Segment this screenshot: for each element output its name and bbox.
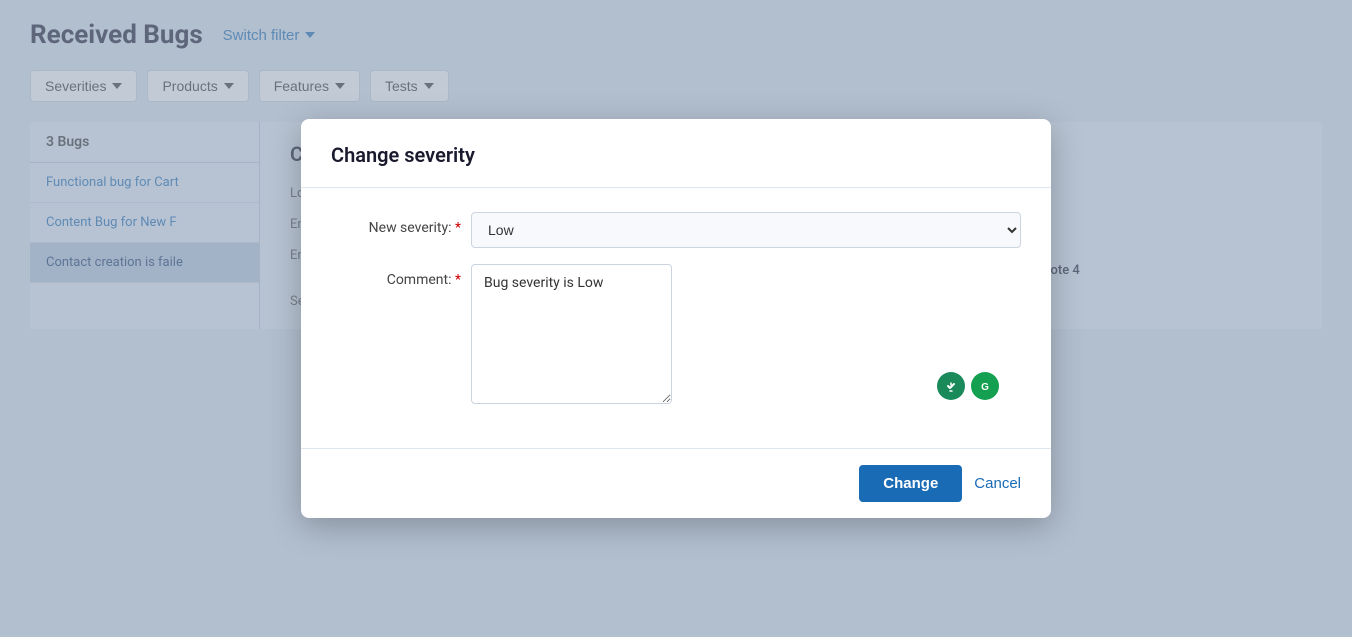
comment-label: Comment: * (331, 264, 461, 288)
severity-row: New severity: * Low Medium High Critical (331, 212, 1021, 248)
severity-select[interactable]: Low Medium High Critical (471, 212, 1021, 248)
grammarly-icon[interactable]: G (971, 372, 999, 400)
change-button[interactable]: Change (859, 465, 962, 502)
svg-text:G: G (981, 382, 989, 393)
change-severity-dialog: Change severity New severity: * Low Medi… (301, 119, 1051, 518)
dialog-footer: Change Cancel (301, 449, 1051, 518)
comment-row: Comment: * Bug severity is Low (331, 264, 1021, 408)
dialog-body: New severity: * Low Medium High Critical… (301, 188, 1051, 449)
required-marker: * (455, 220, 461, 236)
dialog-header: Change severity (301, 119, 1051, 188)
modal-overlay: Change severity New severity: * Low Medi… (0, 0, 1352, 637)
comment-textarea[interactable]: Bug severity is Low (471, 264, 672, 404)
textarea-tools: G (937, 372, 999, 400)
severity-label: New severity: * (331, 212, 461, 236)
textarea-wrapper: Bug severity is Low G (471, 264, 1021, 408)
spellcheck-icon[interactable] (937, 372, 965, 400)
required-marker: * (455, 272, 461, 288)
dialog-title: Change severity (331, 143, 1021, 167)
cancel-button[interactable]: Cancel (974, 475, 1021, 492)
